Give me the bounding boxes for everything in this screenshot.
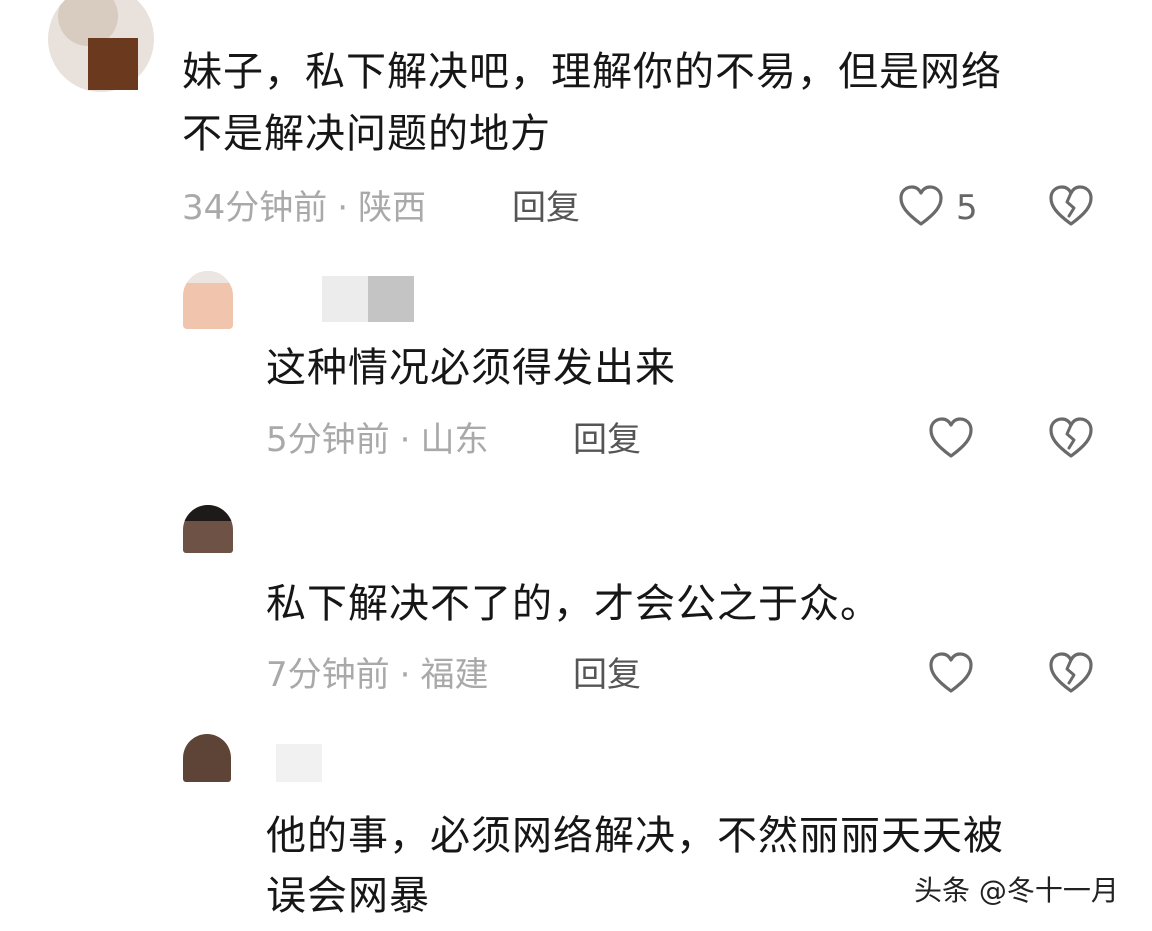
comment-meta: 5分钟前 · 山东 xyxy=(266,420,488,460)
watermark: 头条 @冬十一月 xyxy=(914,874,1119,907)
timestamp: 5分钟前 xyxy=(266,420,390,460)
comment-text-line: 这种情况必须得发出来 xyxy=(266,345,676,391)
reply-button[interactable]: 回复 xyxy=(573,420,641,460)
heart-icon xyxy=(929,652,973,693)
broken-heart-icon xyxy=(1049,185,1093,226)
comment-meta: 7分钟前 · 福建 xyxy=(266,655,488,695)
comment-text-line: 私下解决不了的，才会公之于众。 xyxy=(266,581,881,627)
timestamp: 34分钟前 xyxy=(182,188,328,228)
avatar[interactable] xyxy=(183,505,233,553)
reply-button[interactable]: 回复 xyxy=(573,655,641,695)
separator: · xyxy=(399,420,411,460)
heart-icon xyxy=(899,185,943,226)
location: 福建 xyxy=(420,655,489,695)
timestamp: 7分钟前 xyxy=(266,655,390,695)
comment-text-line: 误会网暴 xyxy=(266,873,430,919)
dislike-button[interactable] xyxy=(1048,416,1094,462)
like-button[interactable] xyxy=(928,651,974,697)
location: 山东 xyxy=(420,420,489,460)
like-button[interactable] xyxy=(898,184,944,230)
like-button[interactable] xyxy=(928,416,974,462)
comment-meta: 34分钟前 · 陕西 xyxy=(182,188,426,228)
separator: · xyxy=(399,655,411,695)
mosaic-patch xyxy=(88,38,138,90)
dislike-button[interactable] xyxy=(1048,651,1094,697)
comment-text-line: 妹子，私下解决吧，理解你的不易，但是网络 xyxy=(182,49,1002,95)
username-mosaic xyxy=(276,744,322,782)
broken-heart-icon xyxy=(1049,652,1093,693)
comment-text-line: 他的事，必须网络解决，不然丽丽天天被 xyxy=(266,813,1004,859)
username-mosaic xyxy=(368,276,414,322)
location: 陕西 xyxy=(358,188,427,228)
comment-text-line: 不是解决问题的地方 xyxy=(182,111,551,157)
heart-icon xyxy=(929,417,973,458)
avatar[interactable] xyxy=(183,734,231,782)
username-mosaic xyxy=(322,276,368,322)
dislike-button[interactable] xyxy=(1048,184,1094,230)
reply-button[interactable]: 回复 xyxy=(512,188,580,228)
separator: · xyxy=(337,188,349,228)
broken-heart-icon xyxy=(1049,417,1093,458)
avatar[interactable] xyxy=(183,271,233,329)
like-count: 5 xyxy=(956,188,978,228)
